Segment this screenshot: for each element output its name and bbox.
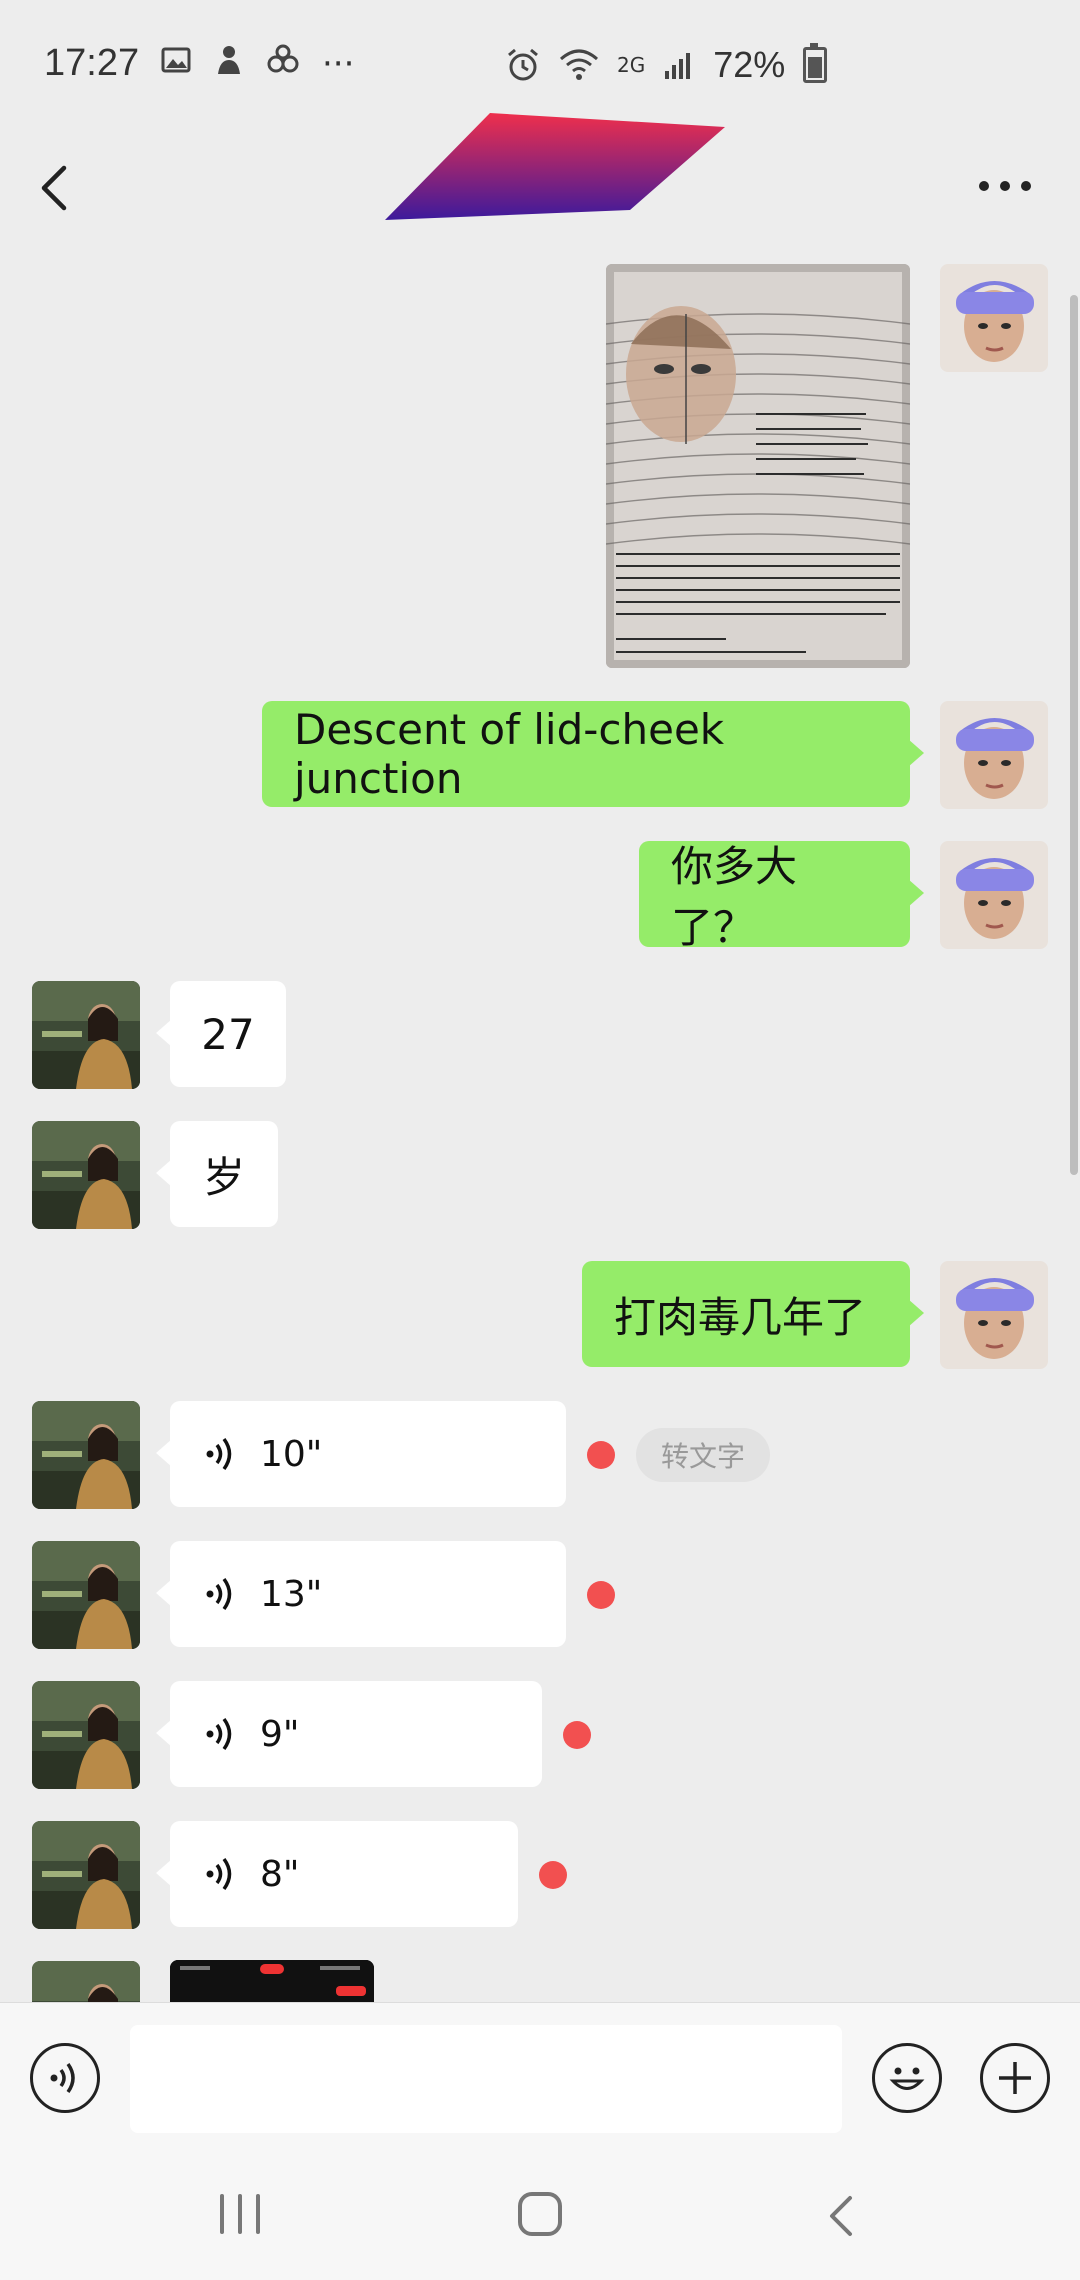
system-back-icon [830, 2196, 852, 2236]
message-text: 岁 [202, 1152, 245, 1202]
battery-level: 72% [713, 44, 786, 85]
message-text: Descent of lid-cheek junction [294, 705, 725, 803]
notification-icons: ··· [160, 44, 354, 84]
voice-wave-icon [206, 1857, 232, 1891]
voice-wave-icon [206, 1437, 232, 1471]
voice-wave-icon [206, 1577, 232, 1611]
contact-avatar[interactable] [32, 1541, 140, 1649]
voice-duration: 13" [260, 1573, 323, 1615]
voice-wave-icon [206, 1717, 232, 1751]
recent-apps-button[interactable] [210, 2192, 270, 2240]
voice-toggle-button[interactable] [30, 2043, 100, 2113]
voice-message[interactable]: 9" [156, 1681, 542, 1787]
chat-options-button[interactable] [970, 160, 1040, 210]
transcribe-button[interactable]: 转文字 [636, 1428, 770, 1482]
message-bubble-sent[interactable]: 打肉毒几年了 [582, 1261, 924, 1367]
wifi-icon [560, 49, 598, 80]
unread-dot [563, 1721, 591, 1749]
image-icon [161, 47, 191, 73]
plus-icon [999, 2062, 1031, 2094]
message-text: 27 [201, 1009, 255, 1059]
contact-avatar[interactable] [32, 1681, 140, 1789]
my-avatar[interactable] [940, 264, 1048, 372]
emoji-icon [889, 2067, 925, 2090]
message-text: 打肉毒几年了 [614, 1292, 867, 1342]
app-notification-icon [218, 46, 240, 74]
message-input[interactable] [130, 2025, 842, 2133]
home-icon [518, 2192, 562, 2236]
contact-name-redacted [380, 105, 740, 240]
message-bubble-sent[interactable]: Descent of lid-cheek junction [262, 701, 924, 807]
unread-dot [587, 1441, 615, 1469]
contact-avatar[interactable] [32, 1821, 140, 1929]
chevron-left-icon [41, 165, 67, 211]
contact-avatar[interactable] [32, 1961, 140, 2002]
more-dots-icon [979, 181, 1031, 191]
message-bubble-received[interactable]: 岁 [156, 1121, 278, 1227]
more-notifications-icon: ··· [322, 44, 355, 84]
unread-dot [587, 1581, 615, 1609]
input-bar [0, 2002, 1080, 2153]
unread-dot [539, 1861, 567, 1889]
system-back-button[interactable] [820, 2192, 868, 2244]
message-bubble-sent[interactable]: 你多大了？ [639, 841, 924, 952]
status-time: 17:27 [44, 42, 140, 84]
signal-icon [665, 53, 691, 79]
battery-icon [803, 43, 828, 83]
message-text: 你多大了？ [671, 842, 798, 952]
voice-message[interactable]: 8" [156, 1821, 518, 1927]
alarm-icon [508, 48, 538, 81]
my-avatar[interactable] [940, 1261, 1048, 1369]
my-avatar[interactable] [940, 701, 1048, 809]
contact-avatar[interactable] [32, 1121, 140, 1229]
scrollbar[interactable] [1070, 295, 1078, 1175]
more-functions-button[interactable] [980, 2043, 1050, 2113]
my-avatar[interactable] [940, 841, 1048, 949]
system-navigation-bar [0, 2152, 1080, 2280]
voice-duration: 10" [260, 1433, 323, 1475]
voice-duration: 9" [260, 1713, 300, 1755]
voice-duration: 8" [260, 1853, 300, 1895]
home-button[interactable] [512, 2190, 568, 2242]
image-message[interactable] [606, 264, 910, 668]
voice-message[interactable]: 13" [156, 1541, 566, 1647]
recent-apps-icon [220, 2194, 260, 2234]
emoji-button[interactable] [872, 2043, 942, 2113]
message-bubble-received[interactable]: 27 [156, 981, 286, 1087]
contact-avatar[interactable] [32, 981, 140, 1089]
voice-message[interactable]: 10" [156, 1401, 566, 1507]
contact-avatar[interactable] [32, 1401, 140, 1509]
system-icons: 2G 72% [505, 43, 828, 86]
transcribe-label: 转文字 [660, 1440, 745, 1473]
back-button[interactable] [30, 150, 90, 220]
voice-toggle-icon [50, 2062, 75, 2094]
network-type: 2G [617, 53, 646, 77]
screenshot-image-message[interactable] [170, 1960, 374, 2002]
app2-notification-icon [267, 44, 299, 73]
